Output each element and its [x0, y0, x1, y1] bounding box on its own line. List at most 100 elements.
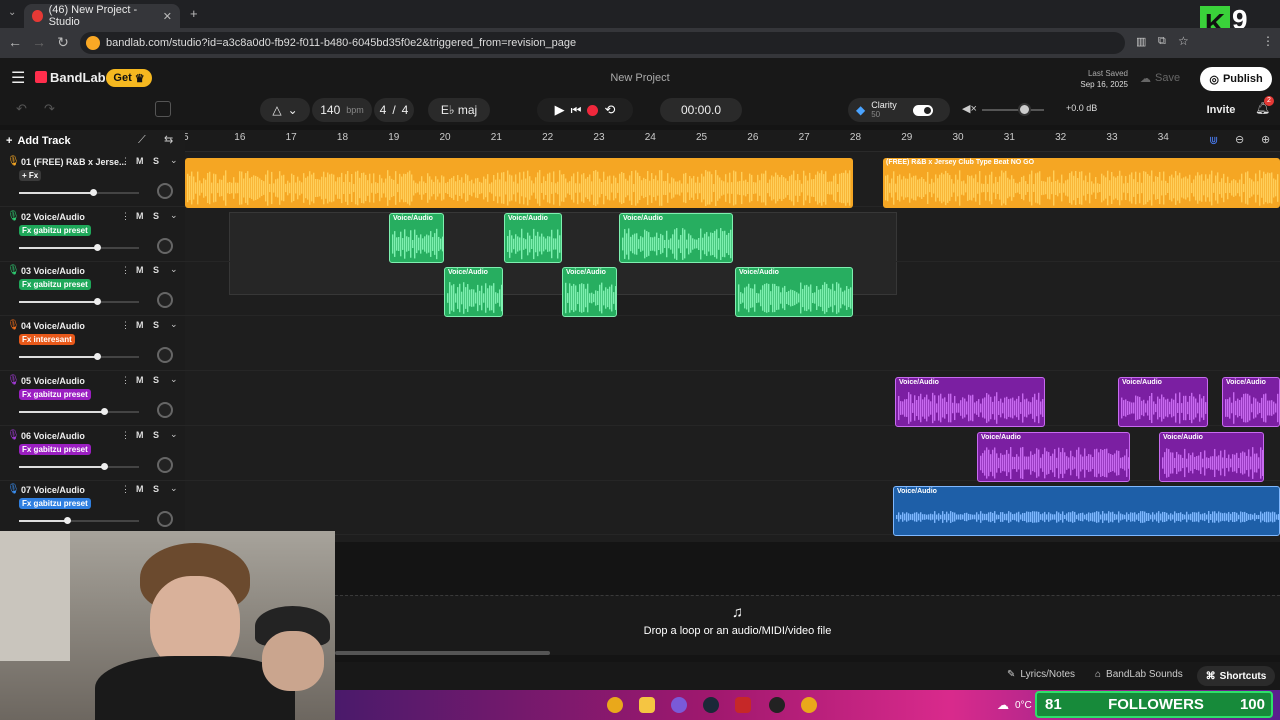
video-editor-icon[interactable]	[735, 697, 751, 713]
voice-clip[interactable]: Voice/Audio	[1222, 376, 1280, 427]
track-name[interactable]: 03 Voice/Audio	[21, 266, 85, 276]
voice-clip[interactable]: Voice/Audio	[504, 212, 562, 263]
track-menu-icon[interactable]: ⋮	[121, 320, 130, 331]
fx-preset-tag[interactable]: Fx gabitzu preset	[19, 388, 91, 400]
lyrics-notes-button[interactable]: ✎ Lyrics/Notes	[1007, 669, 1075, 680]
voice-clip[interactable]: Voice/Audio	[619, 212, 733, 263]
solo-button[interactable]: S	[153, 320, 159, 330]
pan-knob[interactable]	[157, 456, 173, 473]
pan-knob[interactable]	[157, 183, 173, 199]
track-lane[interactable]	[185, 316, 1280, 372]
voice-clip[interactable]: Voice/Audio	[389, 212, 444, 263]
play-icon[interactable]: ▶	[555, 102, 565, 118]
fx-preset-tag[interactable]: Fx gabitzu preset	[19, 279, 91, 291]
forward-icon[interactable]: →	[26, 34, 52, 50]
track-menu-icon[interactable]: ⋮	[121, 484, 130, 495]
track-menu-icon[interactable]: ⋮	[121, 156, 130, 167]
track-lane[interactable]	[185, 371, 1280, 426]
automation-icon[interactable]: ⟋	[138, 134, 146, 147]
track-volume-slider[interactable]	[19, 243, 139, 251]
pan-knob[interactable]	[157, 292, 173, 309]
bandlab-sounds-button[interactable]: ⌂ BandLab Sounds	[1095, 669, 1183, 680]
zoom-out-icon[interactable]: ⊖	[1235, 133, 1244, 146]
track-name[interactable]: 01 (FREE) R&B x Jerse...	[21, 157, 127, 167]
track-name[interactable]: 04 Voice/Audio	[21, 321, 85, 331]
invite-button[interactable]: Invite	[1200, 98, 1242, 122]
chevron-down-icon[interactable]: ⌄	[170, 319, 178, 330]
voice-clip[interactable]: Voice/Audio	[562, 267, 617, 318]
track-name[interactable]: 07 Voice/Audio	[21, 485, 85, 495]
fx-preset-tag[interactable]: Fx interesant	[19, 334, 75, 346]
fx-preset-tag[interactable]: + Fx	[19, 170, 42, 181]
back-icon[interactable]: ←	[2, 34, 28, 50]
solo-button[interactable]: S	[153, 265, 159, 275]
app-icon[interactable]	[671, 697, 687, 713]
mute-button[interactable]: M	[136, 375, 144, 385]
pan-knob[interactable]	[157, 237, 173, 254]
solo-button[interactable]: S	[153, 430, 159, 440]
drop-zone[interactable]: ♫ Drop a loop or an audio/MIDI/video fil…	[335, 595, 1280, 655]
fx-preset-tag[interactable]: Fx gabitzu preset	[19, 443, 91, 455]
tempo-field[interactable]: 140 bpm	[312, 98, 372, 122]
loop-icon[interactable]: ⟲	[604, 102, 615, 118]
zoom-in-icon[interactable]: ⊕	[1261, 133, 1270, 146]
undo-icon[interactable]: ↶	[16, 101, 27, 117]
track-volume-slider[interactable]	[19, 407, 139, 415]
chrome-icon-2[interactable]	[801, 697, 817, 713]
chevron-down-icon[interactable]: ⌄	[170, 374, 178, 385]
track-volume-slider[interactable]	[19, 462, 139, 470]
solo-button[interactable]: S	[153, 484, 159, 494]
key-field[interactable]: E♭ maj	[428, 98, 490, 122]
mute-button[interactable]: M	[136, 484, 144, 494]
voice-clip[interactable]: Voice/Audio	[895, 376, 1045, 427]
track-header[interactable]: 🎙︎ 06 Voice/Audio ⋮ M S ⌄ Fx gabitzu preset	[0, 426, 185, 481]
bookmark-icon[interactable]: ☆	[1178, 34, 1189, 48]
track-volume-slider[interactable]	[19, 517, 139, 525]
mute-button[interactable]: M	[136, 211, 144, 221]
track-header[interactable]: 🎙︎ 07 Voice/Audio ⋮ M S ⌄ Fx gabitzu preset	[0, 480, 185, 536]
track-name[interactable]: 05 Voice/Audio	[21, 376, 85, 386]
chevron-down-icon[interactable]: ⌄	[170, 264, 178, 275]
track-settings-icon[interactable]: ⇆	[164, 133, 173, 146]
address-bar[interactable]: bandlab.com/studio?id=a3c8a0d0-fb92-f011…	[80, 32, 1125, 54]
folder-icon[interactable]	[639, 697, 655, 713]
pan-knob[interactable]	[157, 511, 173, 528]
track-menu-icon[interactable]: ⋮	[121, 265, 130, 276]
track-volume-slider[interactable]	[19, 353, 139, 361]
mute-button[interactable]: M	[136, 430, 144, 440]
track-lane[interactable]	[185, 261, 1280, 317]
master-volume-knob[interactable]	[1018, 103, 1031, 116]
chevron-down-icon[interactable]: ⌄	[170, 483, 178, 494]
save-button[interactable]: ☁ Save	[1140, 69, 1190, 87]
record-icon[interactable]	[587, 104, 599, 116]
track-header[interactable]: 🎙︎ 01 (FREE) R&B x Jerse... ⋮ M S ⌄ + Fx	[0, 152, 185, 207]
mute-button[interactable]: M	[136, 265, 144, 275]
clarity-toggle[interactable]	[912, 104, 933, 116]
metronome-button[interactable]: △ ⌄	[260, 98, 310, 122]
voice-clip[interactable]: Voice/Audio	[444, 267, 503, 318]
skip-back-icon[interactable]: ⏮	[571, 103, 582, 118]
shortcuts-button[interactable]: ⌘ Shortcuts	[1197, 666, 1275, 686]
chevron-down-icon[interactable]: ⌄	[170, 429, 178, 440]
redo-icon[interactable]: ↷	[44, 101, 55, 117]
arrangement-area[interactable]: (FREE) R&B x Jersey Club Type Beat NO GO…	[185, 152, 1280, 542]
solo-button[interactable]: S	[153, 211, 159, 221]
track-menu-icon[interactable]: ⋮	[121, 375, 130, 386]
horizontal-scrollbar[interactable]	[335, 651, 550, 655]
fx-preset-tag[interactable]: Fx gabitzu preset	[19, 224, 91, 236]
menu-icon[interactable]: ⋮	[1262, 34, 1274, 48]
pan-knob[interactable]	[157, 347, 173, 364]
obs-icon[interactable]	[769, 697, 785, 713]
mute-button[interactable]: M	[136, 156, 144, 166]
solo-button[interactable]: S	[153, 375, 159, 385]
close-icon[interactable]: ✕	[163, 10, 172, 23]
mixer-icon[interactable]	[155, 101, 171, 117]
track-header[interactable]: 🎙︎ 05 Voice/Audio ⋮ M S ⌄ Fx gabitzu preset	[0, 371, 185, 426]
track-volume-slider[interactable]	[19, 298, 139, 306]
reload-icon[interactable]: ↻	[50, 34, 76, 51]
cast-icon[interactable]: ⧉	[1158, 35, 1166, 48]
solo-button[interactable]: S	[153, 156, 159, 166]
fx-preset-tag[interactable]: Fx gabitzu preset	[19, 498, 91, 510]
master-volume-slider[interactable]	[982, 103, 1044, 116]
track-menu-icon[interactable]: ⋮	[121, 430, 130, 441]
